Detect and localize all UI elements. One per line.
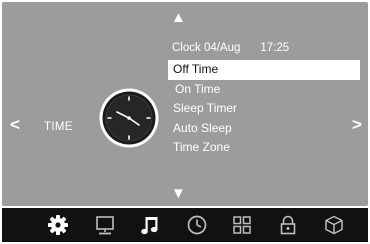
clock-status: Clock 04/Aug 17:25 [172, 42, 289, 54]
tab-sound[interactable] [139, 214, 161, 236]
arrow-up-icon[interactable]: ▲ [171, 10, 186, 25]
lock-icon [280, 215, 296, 235]
arrow-left-icon[interactable]: < [10, 116, 20, 133]
cube-icon [325, 215, 343, 235]
tab-lock[interactable] [277, 214, 299, 236]
menu-item-label: Auto Sleep [173, 120, 232, 135]
grid-icon [233, 216, 251, 234]
menu-item-off-time[interactable]: Off Time [168, 60, 360, 80]
tab-picture-settings[interactable] [47, 214, 69, 236]
clock-date: Clock 04/Aug [172, 42, 241, 54]
category-tab-bar [2, 208, 368, 242]
arrow-down-icon[interactable]: ▼ [171, 186, 186, 201]
menu-item-label: Sleep Timer [173, 101, 238, 115]
clock-icon [187, 215, 207, 235]
monitor-icon [96, 216, 114, 235]
tab-time[interactable] [186, 214, 208, 236]
clock-time: 17:25 [260, 42, 290, 54]
music-note-icon [141, 217, 158, 235]
menu-item-sleep-timer[interactable]: Sleep Timer [168, 99, 360, 119]
menu-item-label: Off Time [173, 62, 219, 76]
time-menu: Off Time On Time Sleep Timer Auto Sleep … [168, 60, 360, 158]
menu-item-time-zone[interactable]: Time Zone [168, 138, 360, 158]
menu-item-auto-sleep[interactable]: Auto Sleep [168, 119, 360, 139]
tab-screen[interactable] [94, 214, 116, 236]
clock-icon [98, 87, 160, 149]
tab-setup[interactable] [231, 214, 253, 236]
category-label: TIME [44, 121, 73, 133]
menu-item-on-time[interactable]: On Time [168, 80, 360, 100]
tab-app[interactable] [323, 214, 345, 236]
menu-item-label: On Time [175, 81, 221, 96]
gear-icon [48, 215, 68, 235]
tv-settings-screen: ▲ ▼ < > TIME Clock 04/Aug17:25 Off Time [0, 0, 370, 244]
menu-item-label: Time Zone [173, 140, 230, 154]
